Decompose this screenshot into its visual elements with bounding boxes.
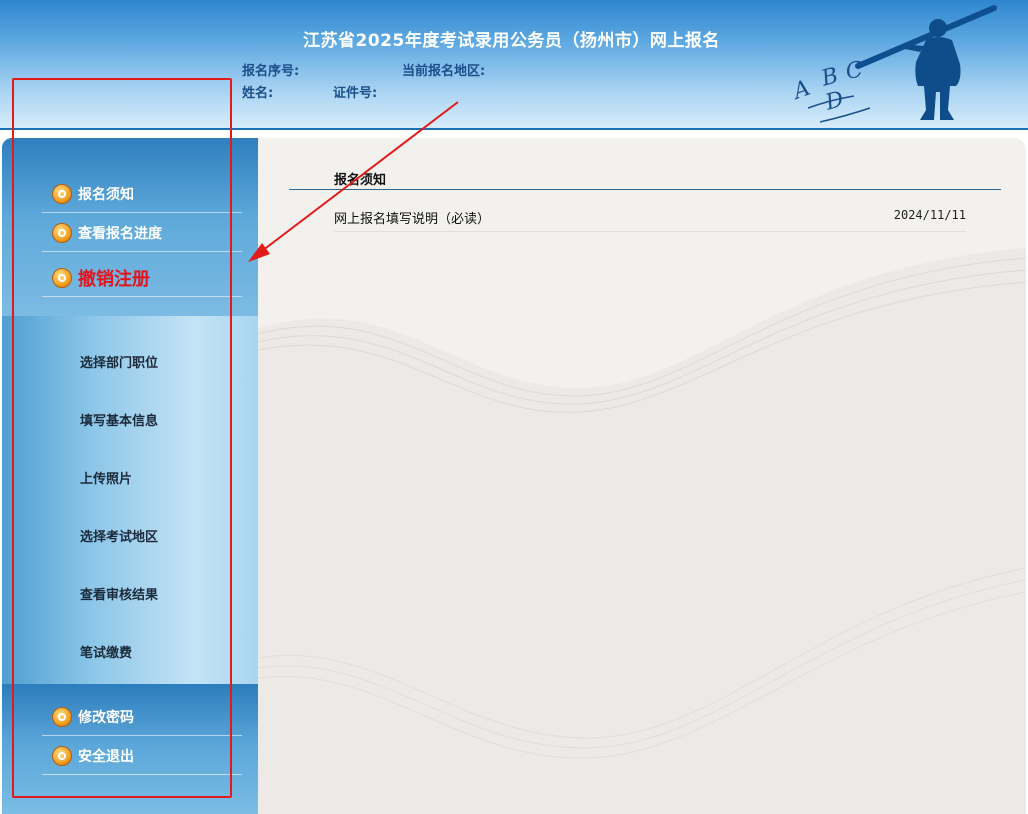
background-waves (258, 248, 1026, 814)
logo-letter-d: D (822, 87, 847, 116)
registration-number-label: 报名序号: (242, 64, 300, 79)
site-title: 江苏省2025年度考试录用公务员（扬州市）网上报名 (303, 31, 720, 51)
logo-letter-a: A (790, 76, 814, 106)
name-label: 姓名: (242, 86, 274, 101)
main-content: 报名须知 网上报名填写说明（必读） 2024/11/11 (258, 138, 1026, 814)
section-title: 报名须知 (334, 173, 387, 188)
annotation-highlight-box (12, 78, 232, 798)
id-number-label: 证件号: (333, 86, 378, 101)
abcd-logo: A B C D (790, 5, 997, 123)
notice-date: 2024/11/11 (893, 208, 966, 222)
notice-link[interactable]: 网上报名填写说明（必读） (334, 208, 490, 227)
section-divider (289, 189, 1001, 190)
current-region-label: 当前报名地区: (402, 64, 486, 79)
notice-row[interactable]: 网上报名填写说明（必读） 2024/11/11 (334, 204, 966, 232)
